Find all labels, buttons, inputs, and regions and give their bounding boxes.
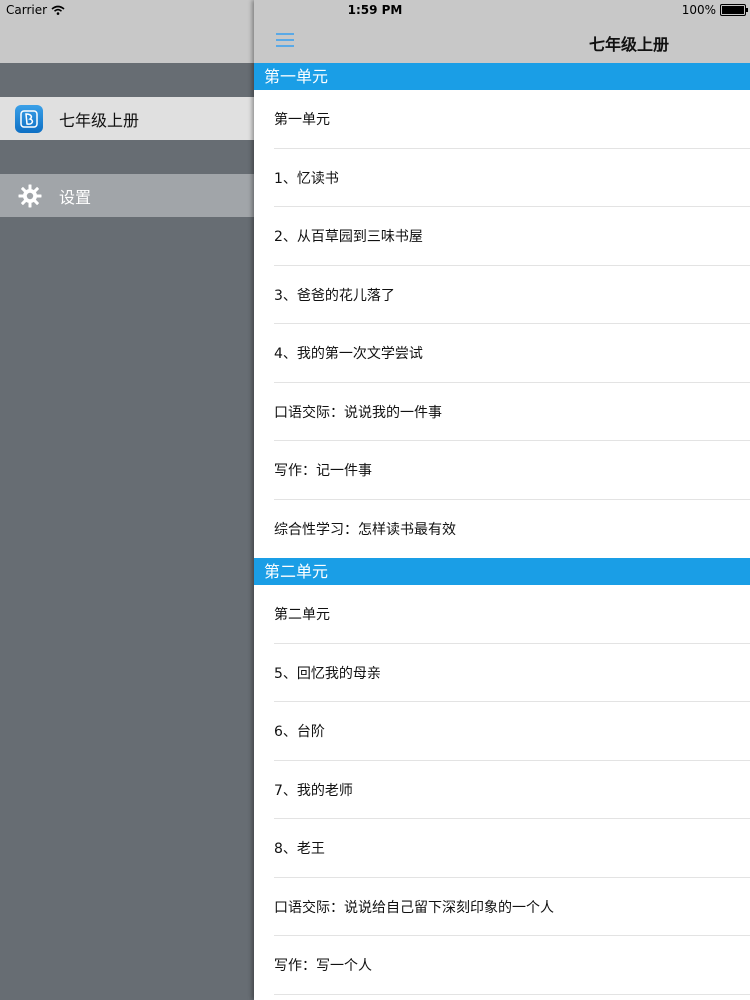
sidebar: 七年级上册 设置 (0, 0, 254, 1000)
menu-icon[interactable] (276, 33, 294, 47)
list-item[interactable]: 写作：记一件事 (254, 441, 750, 500)
lesson-list: 第一单元 第一单元 1、忆读书 2、从百草园到三味书屋 3、爸爸的花儿落了 4、… (254, 63, 750, 995)
list-item-label: 综合性学习：怎样读书最有效 (274, 521, 456, 538)
list-item-label: 4、我的第一次文学尝试 (274, 346, 423, 363)
list-item-label: 1、忆读书 (274, 170, 339, 187)
list-item-label: 6、台阶 (274, 724, 325, 741)
list-item[interactable]: 第一单元 (254, 90, 750, 149)
list-item[interactable]: 7、我的老师 (254, 761, 750, 820)
status-time: 1:59 PM (347, 3, 403, 17)
list-item[interactable]: 2、从百草园到三味书屋 (254, 207, 750, 266)
list-item[interactable]: 口语交际：说说给自己留下深刻印象的一个人 (254, 878, 750, 937)
status-bar: Carrier 1:59 PM 100% (0, 0, 750, 20)
list-item-label: 第一单元 (274, 112, 330, 129)
list-item[interactable]: 1、忆读书 (254, 149, 750, 208)
list-item-label: 口语交际：说说给自己留下深刻印象的一个人 (274, 899, 554, 916)
list-item[interactable]: 写作：写一个人 (254, 936, 750, 995)
list-item[interactable]: 第二单元 (254, 585, 750, 644)
gear-icon (18, 184, 42, 207)
list-item[interactable]: 8、老王 (254, 819, 750, 878)
section-header: 第二单元 (254, 558, 750, 585)
section-header: 第一单元 (254, 63, 750, 90)
list-item[interactable]: 口语交际：说说我的一件事 (254, 383, 750, 442)
battery-icon (720, 4, 748, 16)
sidebar-item-settings[interactable]: 设置 (0, 174, 254, 217)
list-item-label: 3、爸爸的花儿落了 (274, 287, 395, 304)
sidebar-item-label: 七年级上册 (59, 110, 140, 130)
list-item-label: 2、从百草园到三味书屋 (274, 229, 423, 246)
list-item-label: 写作：写一个人 (274, 958, 372, 975)
list-item-label: 口语交际：说说我的一件事 (274, 404, 442, 421)
book-app-icon (15, 104, 43, 133)
sidebar-item-label: 设置 (59, 187, 92, 207)
list-item[interactable]: 综合性学习：怎样读书最有效 (254, 500, 750, 559)
list-item-label: 8、老王 (274, 841, 325, 858)
list-item-label: 5、回忆我的母亲 (274, 665, 381, 682)
battery-percent: 100% (681, 3, 716, 17)
list-item[interactable]: 6、台阶 (254, 702, 750, 761)
sidebar-item-grade7-vol1[interactable]: 七年级上册 (0, 97, 254, 140)
list-item-label: 7、我的老师 (274, 782, 353, 799)
main-panel: 七年级上册 第一单元 第一单元 1、忆读书 2、从百草园到三味书屋 3、爸爸的花… (254, 0, 750, 1000)
list-item[interactable]: 5、回忆我的母亲 (254, 644, 750, 703)
page-title: 七年级上册 (588, 35, 669, 54)
list-item[interactable]: 3、爸爸的花儿落了 (254, 266, 750, 325)
list-item[interactable]: 4、我的第一次文学尝试 (254, 324, 750, 383)
list-item-label: 第二单元 (274, 607, 330, 624)
list-item-label: 写作：记一件事 (274, 463, 372, 480)
